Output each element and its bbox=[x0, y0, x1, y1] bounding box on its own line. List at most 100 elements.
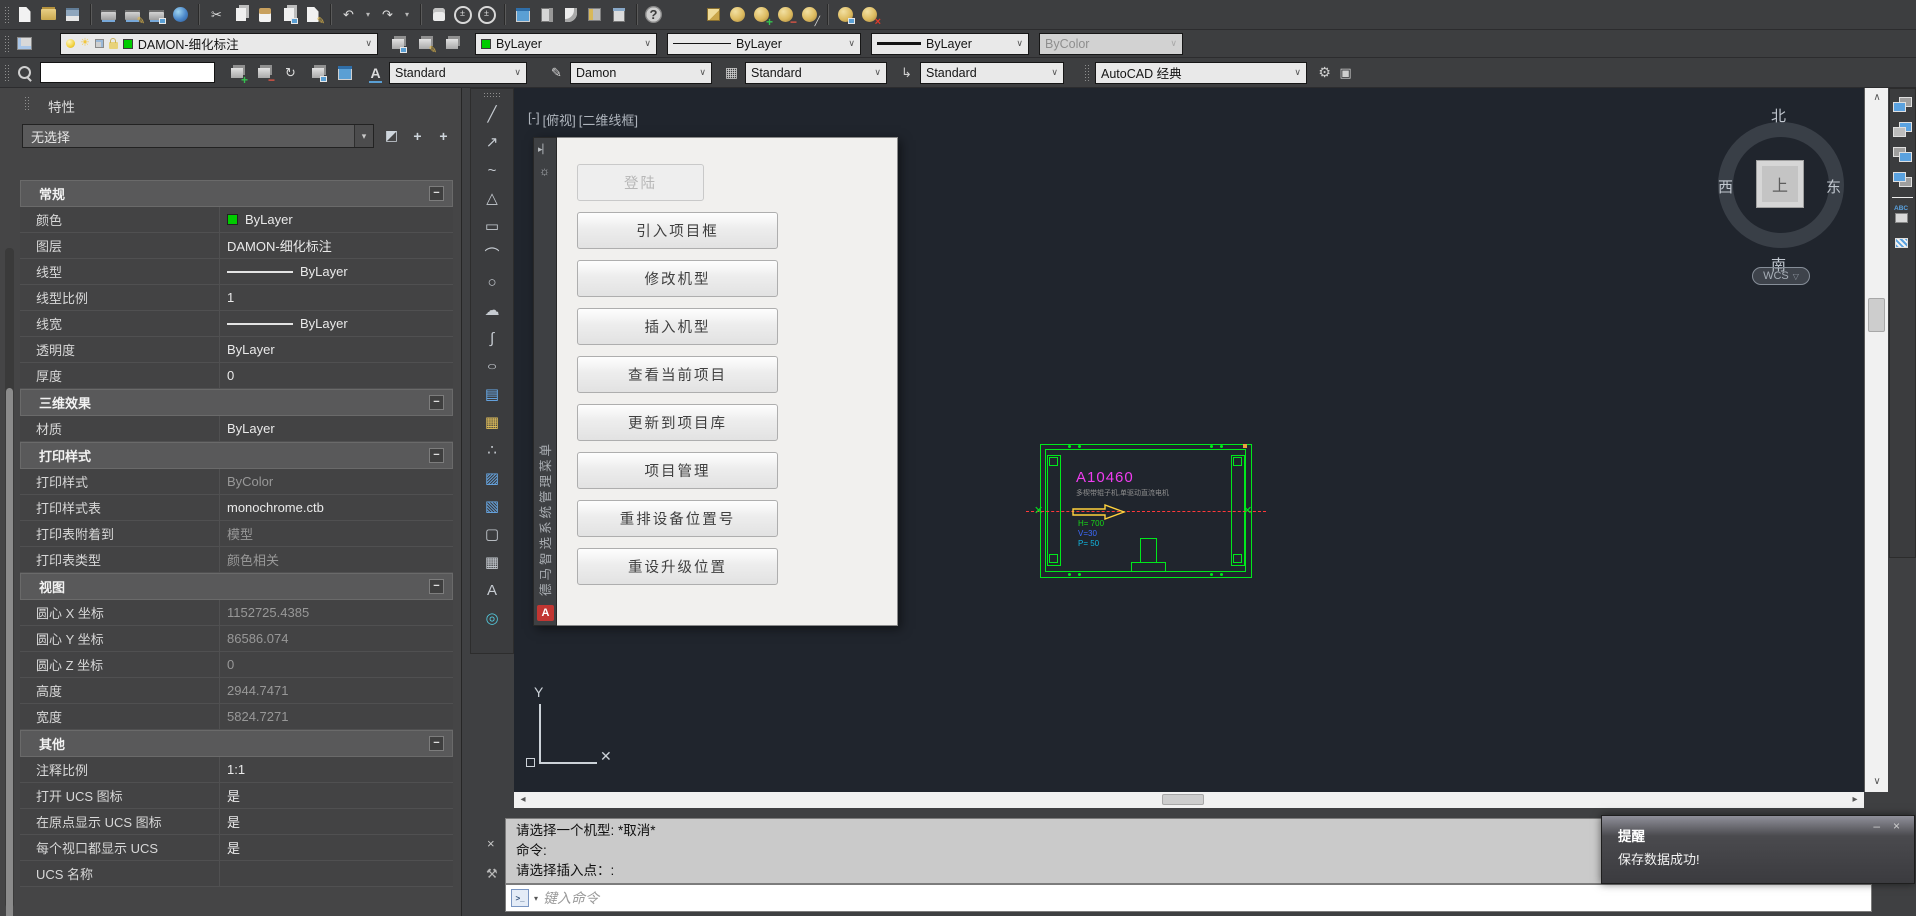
publish-icon[interactable] bbox=[171, 4, 190, 25]
arc-icon[interactable]: ⌒ bbox=[477, 240, 507, 268]
3d-union-icon[interactable] bbox=[752, 4, 771, 25]
undo-icon[interactable]: ↶ bbox=[339, 4, 358, 25]
grip-point[interactable] bbox=[1243, 444, 1247, 448]
properties-scrollbar[interactable] bbox=[5, 248, 14, 908]
redo-icon[interactable]: ↷ bbox=[378, 4, 397, 25]
block-editor-icon[interactable] bbox=[303, 4, 322, 25]
multileader-style-icon[interactable]: ↳ bbox=[897, 62, 916, 83]
update-to-project-library-button[interactable]: 更新到项目库 bbox=[577, 404, 778, 441]
layer-states-icon[interactable] bbox=[442, 33, 461, 54]
property-value[interactable]: ByLayer bbox=[220, 416, 453, 441]
property-value[interactable]: DAMON-细化标注 bbox=[220, 233, 453, 258]
quick-select-icon[interactable]: + bbox=[434, 125, 453, 146]
close-icon[interactable]: × bbox=[487, 836, 495, 851]
collapse-section-icon[interactable]: − bbox=[429, 186, 444, 201]
property-value[interactable]: ByLayer bbox=[220, 311, 453, 336]
help-icon[interactable]: ? bbox=[645, 6, 662, 23]
revision-cloud-icon[interactable]: ☁ bbox=[477, 296, 507, 324]
donut-icon[interactable]: ◎ bbox=[477, 604, 507, 632]
compass-west-label[interactable]: 西 bbox=[1718, 176, 1733, 197]
vertical-scrollbar[interactable]: ∧ ∨ bbox=[1864, 88, 1888, 792]
chevron-down-icon[interactable]: ▾ bbox=[534, 894, 538, 903]
cut-icon[interactable]: ✂ bbox=[207, 4, 226, 25]
multiline-text-icon[interactable]: A bbox=[477, 576, 507, 604]
table-icon[interactable]: ▦ bbox=[477, 548, 507, 576]
collapse-section-icon[interactable]: − bbox=[429, 395, 444, 410]
toggle-pickadd-icon[interactable]: ◩ bbox=[382, 125, 401, 146]
select-objects-icon[interactable]: + bbox=[408, 125, 427, 146]
property-value[interactable]: ByLayer bbox=[220, 337, 453, 362]
tool-palettes-icon[interactable] bbox=[561, 4, 580, 25]
wcs-dropdown[interactable]: WCS ▽ bbox=[1752, 267, 1810, 285]
scrollbar-thumb[interactable] bbox=[1162, 794, 1204, 805]
notification-close-icon[interactable]: × bbox=[1893, 819, 1900, 833]
gradient-icon[interactable]: ▧ bbox=[477, 492, 507, 520]
collapse-section-icon[interactable]: − bbox=[429, 736, 444, 751]
text-to-front-icon[interactable] bbox=[1893, 208, 1912, 223]
scroll-left-icon[interactable]: ◂ bbox=[514, 792, 532, 808]
notification-collapse-icon[interactable]: – bbox=[1873, 819, 1880, 833]
property-value[interactable]: 0 bbox=[220, 652, 453, 677]
scroll-up-icon[interactable]: ∧ bbox=[1865, 88, 1889, 108]
wrench-icon[interactable]: ⚒ bbox=[486, 866, 498, 882]
scroll-down-icon[interactable]: ∨ bbox=[1865, 772, 1889, 792]
pan-icon[interactable] bbox=[429, 4, 448, 25]
property-value[interactable]: 1:1 bbox=[220, 757, 453, 782]
copy-icon[interactable] bbox=[231, 4, 250, 25]
layer-previous-icon[interactable] bbox=[415, 33, 434, 54]
property-value[interactable]: ByColor bbox=[220, 469, 453, 494]
spline-icon[interactable]: ∫ bbox=[477, 324, 507, 352]
property-value[interactable]: ByLayer bbox=[220, 207, 453, 232]
make-object-layer-current-icon[interactable] bbox=[388, 33, 407, 54]
workspace-dropdown[interactable]: AutoCAD 经典 ∨ bbox=[1095, 62, 1307, 84]
rearrange-device-position-button[interactable]: 重排设备位置号 bbox=[577, 500, 778, 537]
compass-north-label[interactable]: 北 bbox=[1771, 105, 1786, 126]
new-file-icon[interactable] bbox=[15, 4, 34, 25]
project-management-button[interactable]: 项目管理 bbox=[577, 452, 778, 489]
scrollbar-thumb[interactable] bbox=[6, 388, 13, 916]
viewport-controls-menu[interactable]: [-] bbox=[528, 110, 540, 129]
ellipse-icon[interactable]: ○ bbox=[474, 356, 510, 377]
table-style-dropdown[interactable]: Standard ∨ bbox=[745, 62, 887, 84]
property-value[interactable]: 是 bbox=[220, 835, 453, 860]
toolbar-grip[interactable] bbox=[4, 6, 9, 24]
paste-icon[interactable] bbox=[255, 4, 274, 25]
property-value[interactable]: 模型 bbox=[220, 521, 453, 546]
linetype-control-dropdown[interactable]: ByLayer ∨ bbox=[667, 33, 861, 55]
view-current-project-button[interactable]: 查看当前项目 bbox=[577, 356, 778, 393]
viewport-view-menu[interactable]: [俯视] bbox=[543, 110, 576, 129]
property-value[interactable]: 是 bbox=[220, 783, 453, 808]
find-icon[interactable] bbox=[15, 62, 34, 83]
property-value[interactable]: 5824.7271 bbox=[220, 704, 453, 729]
hatch-icon[interactable]: ▨ bbox=[477, 464, 507, 492]
color-control-dropdown[interactable]: ByLayer ∨ bbox=[475, 33, 657, 55]
construction-line-icon[interactable]: ↗ bbox=[477, 128, 507, 156]
workspace-settings-gear-icon[interactable]: ⚙ bbox=[1315, 62, 1334, 83]
viewcube-top-face[interactable]: 上 bbox=[1756, 160, 1804, 208]
palette-properties-icon[interactable]: ☼ bbox=[539, 164, 550, 178]
match-properties-icon[interactable] bbox=[279, 4, 298, 25]
bring-to-front-icon[interactable] bbox=[1893, 97, 1912, 112]
text-style-dropdown[interactable]: Standard ∨ bbox=[389, 62, 527, 84]
property-value[interactable]: 是 bbox=[220, 809, 453, 834]
text-style-icon[interactable]: A bbox=[366, 62, 385, 83]
property-value[interactable] bbox=[220, 861, 453, 886]
command-input[interactable] bbox=[543, 890, 1871, 906]
selection-dropdown[interactable]: 无选择 ▾ bbox=[22, 124, 374, 148]
dim-style-icon[interactable]: ✎ bbox=[547, 62, 566, 83]
toolbar-grip[interactable] bbox=[4, 64, 9, 82]
property-value[interactable]: ByLayer bbox=[220, 259, 453, 284]
quick-calc-icon[interactable] bbox=[609, 4, 628, 25]
scrollbar-thumb[interactable] bbox=[1868, 298, 1885, 332]
point-icon[interactable]: ∴ bbox=[477, 436, 507, 464]
machine-drawing[interactable]: ✕ ✕ A10460 多楔带辊子机,单驱动直流电机 H= 700 V=30 P=… bbox=[1040, 444, 1252, 578]
ungroup-icon[interactable] bbox=[254, 62, 273, 83]
layer-properties-manager-icon[interactable] bbox=[15, 33, 34, 54]
property-value[interactable]: 2944.7471 bbox=[220, 678, 453, 703]
reset-upgrade-position-button[interactable]: 重设升级位置 bbox=[577, 548, 778, 585]
zoom-realtime-icon[interactable] bbox=[453, 4, 472, 25]
horizontal-scrollbar[interactable]: ◂ ▸ bbox=[514, 792, 1864, 808]
sheet-set-manager-icon[interactable] bbox=[585, 4, 604, 25]
property-value[interactable]: monochrome.ctb bbox=[220, 495, 453, 520]
save-icon[interactable] bbox=[63, 4, 82, 25]
